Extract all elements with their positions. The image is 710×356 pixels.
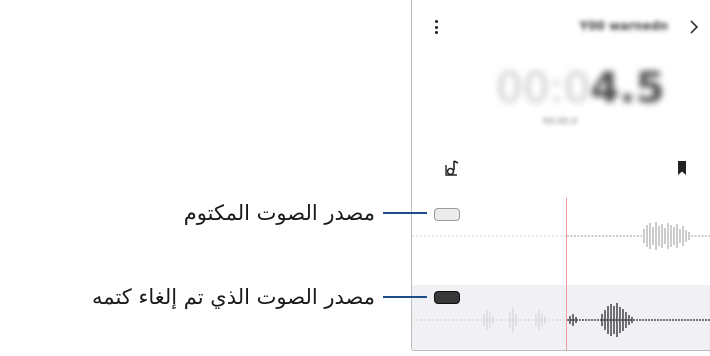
unmuted-source-label: مصدر الصوت الذي تم إلغاء كتمه [92,285,375,309]
timer-main-digits: 4.5 [590,63,665,112]
chevron-right-icon[interactable] [687,19,701,35]
unmuted-callout-line [383,296,427,298]
playhead-line[interactable] [566,198,567,350]
voice-recorder-screen: Y00 warnedn 00:04.5 00:00.0 [411,0,710,351]
recording-file-name: Y00 warnedn [579,19,668,33]
timer-dim-digits: 00:0 [496,63,591,112]
bookmark-icon[interactable] [676,160,688,176]
elapsed-timer: 00:04.5 [496,60,665,116]
unmuted-track-waveform [412,303,710,337]
unmuted-source-toggle[interactable] [434,291,460,304]
muted-track-waveform [412,222,710,250]
more-options-icon[interactable] [433,18,439,36]
playlist-music-icon[interactable] [444,159,460,177]
muted-source-label: مصدر الصوت المكتوم [183,201,375,225]
muted-source-toggle[interactable] [434,208,460,221]
muted-callout-line [383,212,427,214]
timer-subtext: 00:00.0 [542,117,578,127]
